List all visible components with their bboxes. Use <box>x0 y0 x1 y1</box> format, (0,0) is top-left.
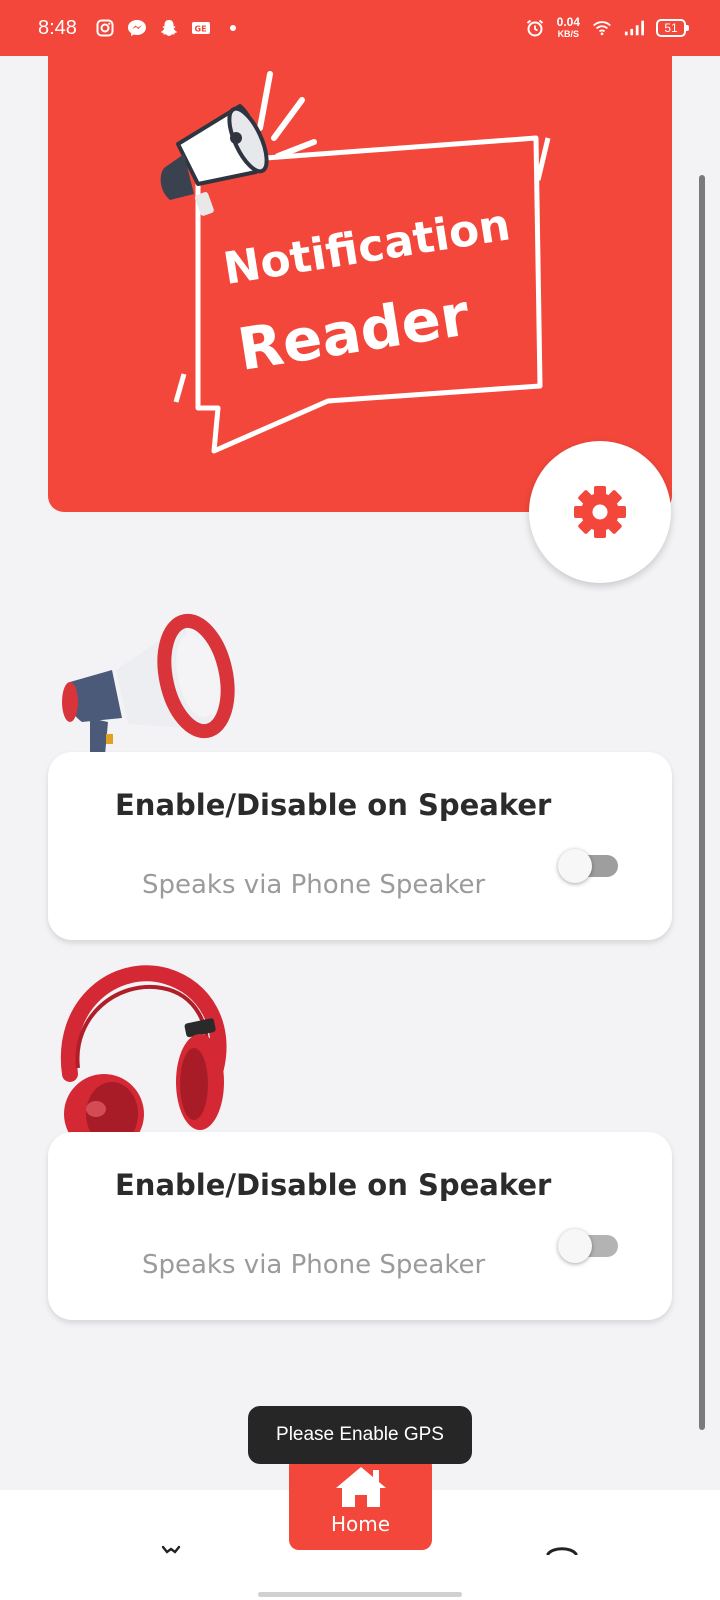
scrollbar[interactable] <box>699 175 705 1430</box>
status-time: 8:48 <box>38 16 77 39</box>
headphone-toggle-switch[interactable] <box>558 1228 618 1264</box>
card-title: Enable/Disable on Speaker <box>115 1168 552 1202</box>
status-bar: 8:48 GE 0.04 KB/S 51 <box>0 0 720 56</box>
nav-home-label: Home <box>330 1512 391 1536</box>
dot-icon <box>223 18 243 38</box>
toggle-thumb <box>558 849 592 883</box>
svg-text:GE: GE <box>194 25 206 34</box>
messenger-icon <box>127 18 147 38</box>
battery-icon: 51 <box>656 19 689 37</box>
gallery-icon: GE <box>191 18 211 38</box>
alarm-icon <box>525 18 545 38</box>
headphone-toggle-card: Enable/Disable on Speaker Speaks via Pho… <box>48 1132 672 1320</box>
megaphone-icon <box>160 104 269 216</box>
status-bar-right: 0.04 KB/S 51 <box>525 14 689 40</box>
wifi-icon <box>592 18 612 38</box>
home-icon <box>335 1467 386 1507</box>
nav-left-icon <box>161 1545 181 1554</box>
instagram-icon <box>95 18 115 38</box>
nav-home-button[interactable]: Home <box>289 1456 432 1550</box>
card-subtitle: Speaks via Phone Speaker <box>142 1250 486 1280</box>
home-indicator[interactable] <box>258 1592 462 1597</box>
nav-left-button[interactable] <box>160 1540 182 1559</box>
settings-button[interactable] <box>529 441 671 583</box>
network-speed: 0.04 KB/S <box>556 14 580 40</box>
gear-icon <box>574 486 626 538</box>
signal-icon <box>624 18 644 38</box>
toggle-thumb <box>558 1229 592 1263</box>
card-title: Enable/Disable on Speaker <box>115 788 552 822</box>
toast-message: Please Enable GPS <box>248 1406 472 1464</box>
card-subtitle: Speaks via Phone Speaker <box>142 870 486 900</box>
nav-right-button[interactable] <box>545 1540 579 1559</box>
network-speed-unit: KB/S <box>557 28 580 39</box>
snapchat-icon <box>159 18 179 38</box>
nav-right-icon <box>546 1547 578 1556</box>
network-speed-value: 0.04 <box>556 14 580 29</box>
speaker-toggle-card: Enable/Disable on Speaker Speaks via Pho… <box>48 752 672 940</box>
speaker-toggle-switch[interactable] <box>558 848 618 884</box>
status-bar-left: 8:48 GE <box>38 17 243 40</box>
